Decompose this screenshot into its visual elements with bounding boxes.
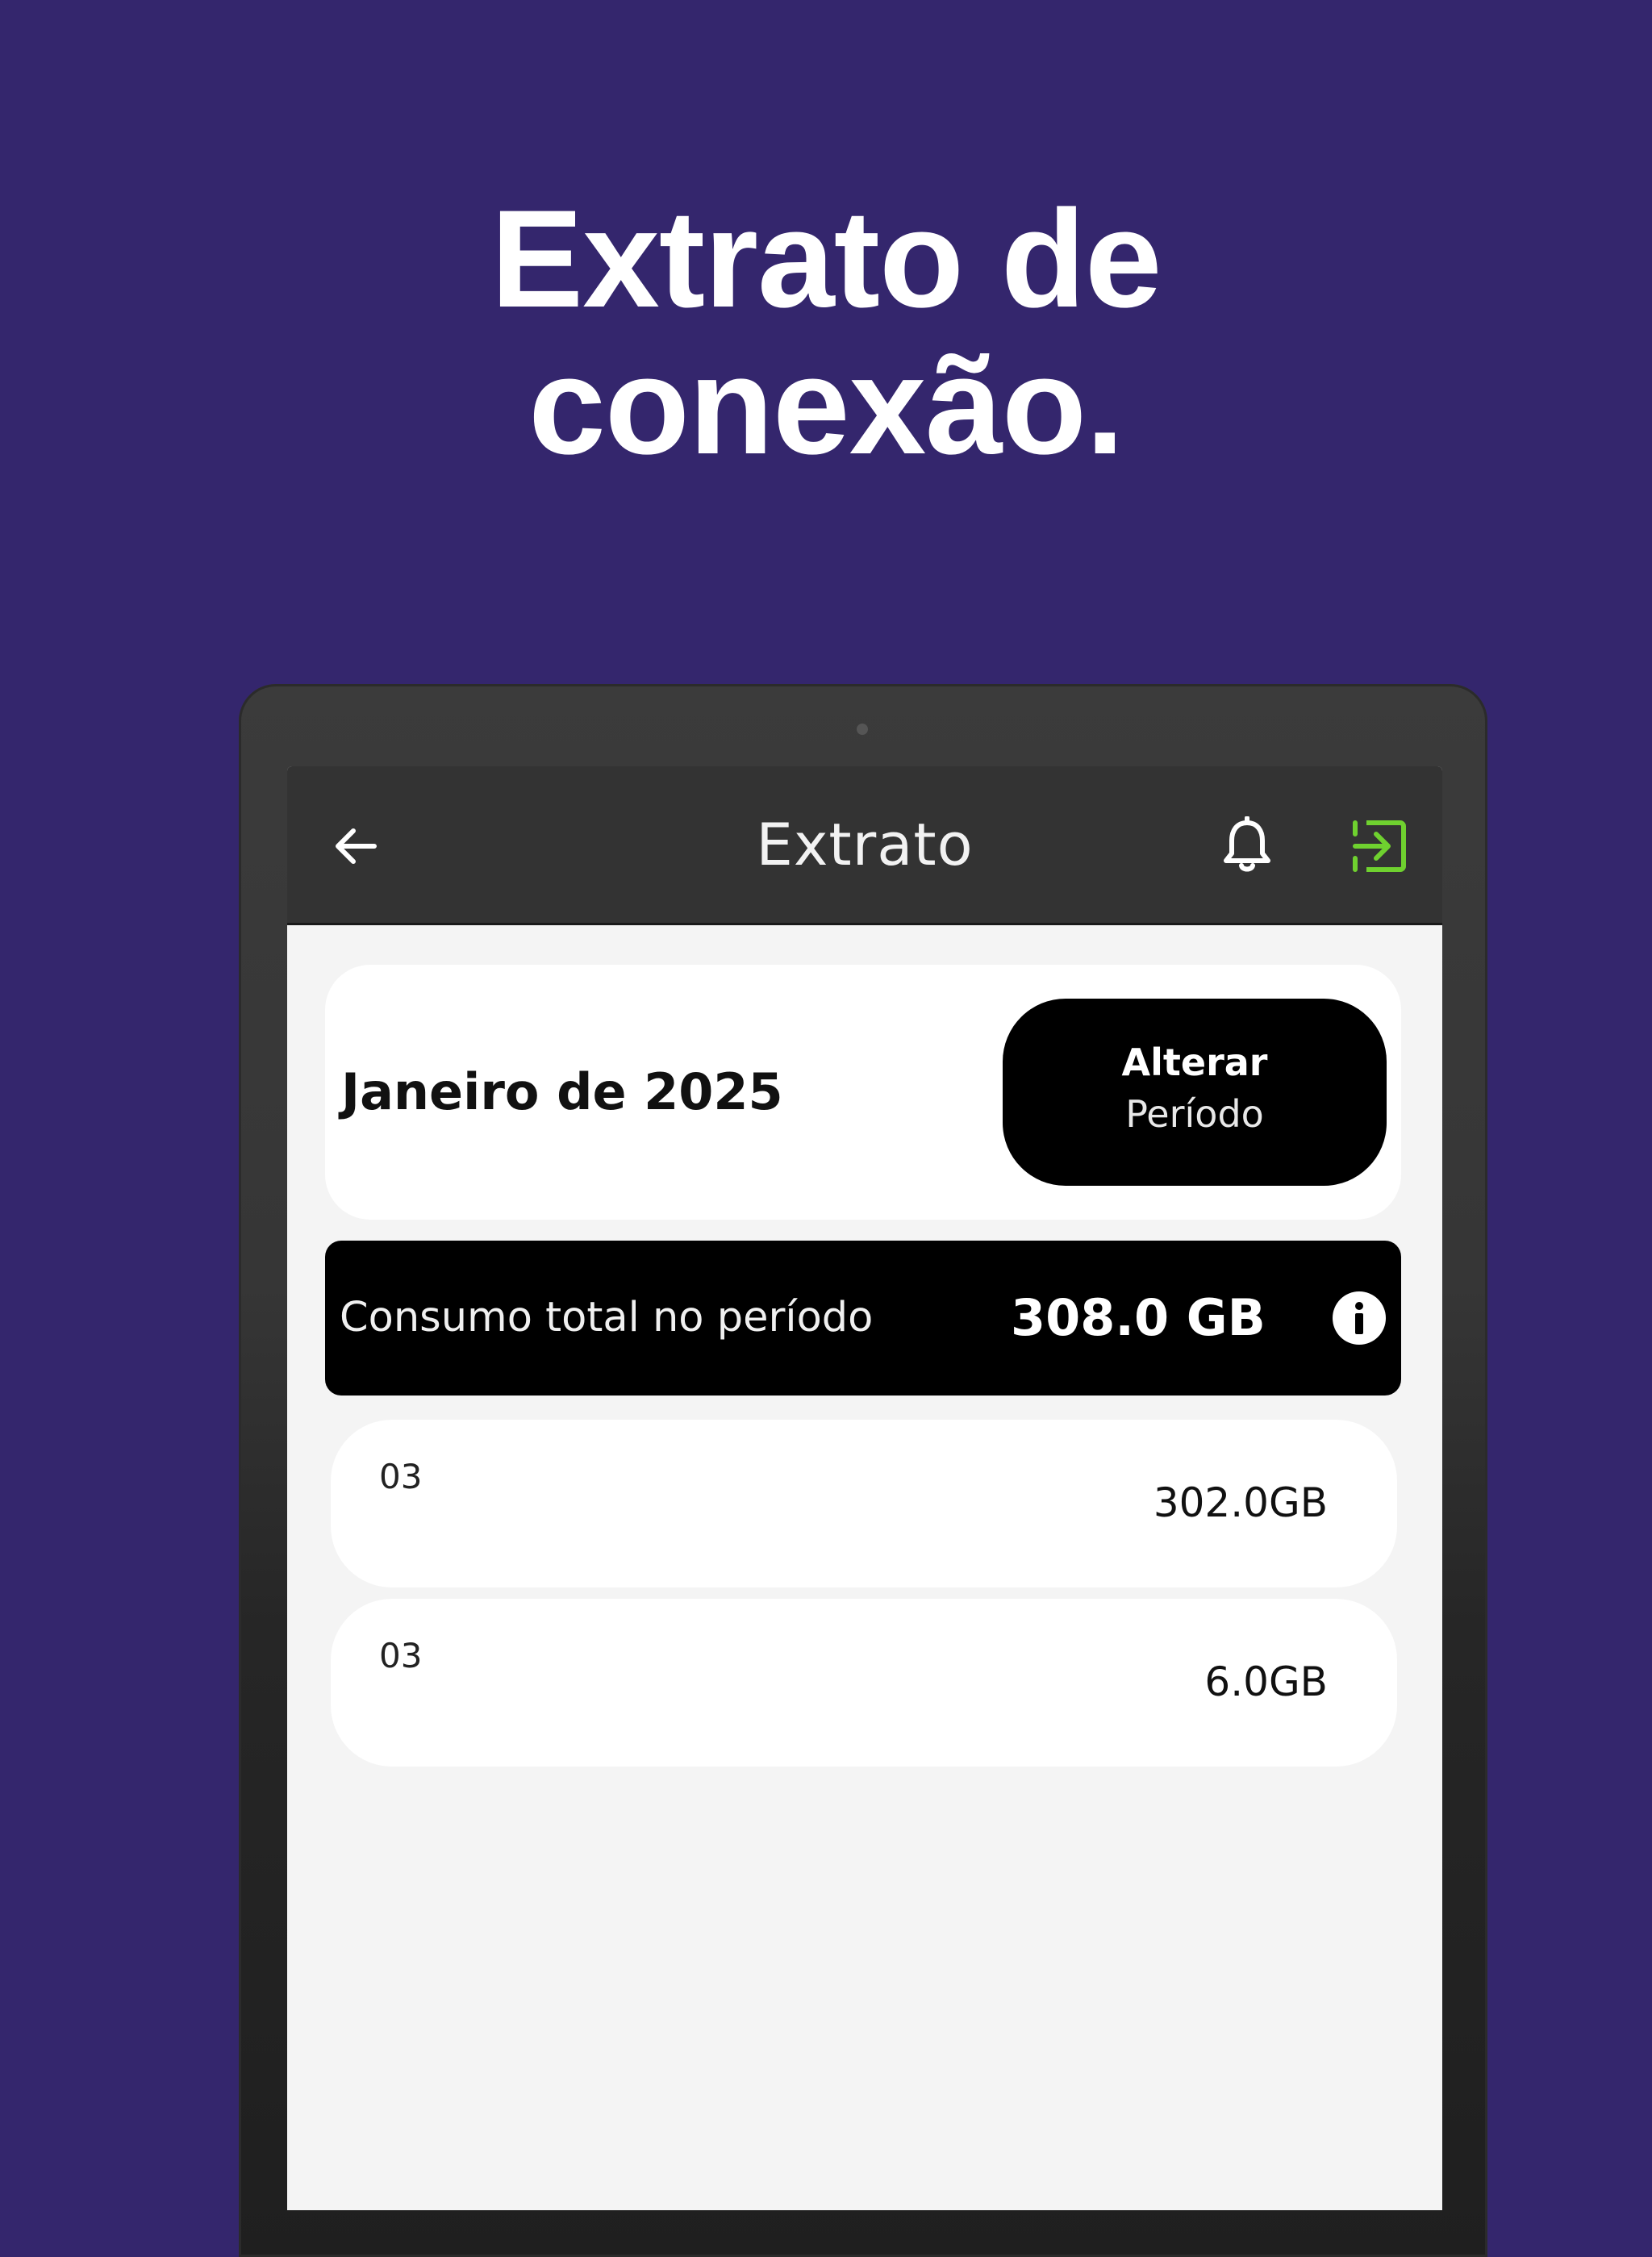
info-icon [1333,1291,1386,1345]
logout-button[interactable] [1350,818,1408,874]
bell-icon [1224,816,1270,872]
list-item[interactable]: 03 302.0GB [331,1420,1397,1587]
info-button[interactable] [1332,1291,1387,1345]
list-item-amount: 6.0GB [1204,1658,1328,1705]
total-consumption-value: 308.0 GB [1011,1288,1266,1347]
promo-headline-line1: Extrato de [490,181,1162,336]
camera-dot [857,724,868,735]
list-item-amount: 302.0GB [1153,1479,1328,1526]
total-consumption-label: Consumo total no período [340,1294,874,1341]
notifications-button[interactable] [1219,816,1275,876]
period-card: Janeiro de 2025 Alterar Período [325,965,1401,1220]
promo-headline-line2: conexão. [528,328,1124,483]
list-item-day: 03 [379,1636,423,1675]
logout-icon [1353,820,1406,872]
total-consumption-bar: Consumo total no período 308.0 GB [325,1241,1401,1396]
change-period-label-line1: Alterar [1121,1041,1268,1084]
list-item-day: 03 [379,1457,423,1496]
list-item[interactable]: 03 6.0GB [331,1599,1397,1767]
promo-headline: Extrato de conexão. [0,186,1652,479]
app-screen: Extrato Janeiro de 2025 Alterar Período … [287,766,1442,2210]
period-label: Janeiro de 2025 [341,1062,783,1121]
change-period-button[interactable]: Alterar Período [1003,999,1387,1186]
change-period-label-line2: Período [1125,1092,1264,1136]
app-bar: Extrato [287,766,1442,925]
